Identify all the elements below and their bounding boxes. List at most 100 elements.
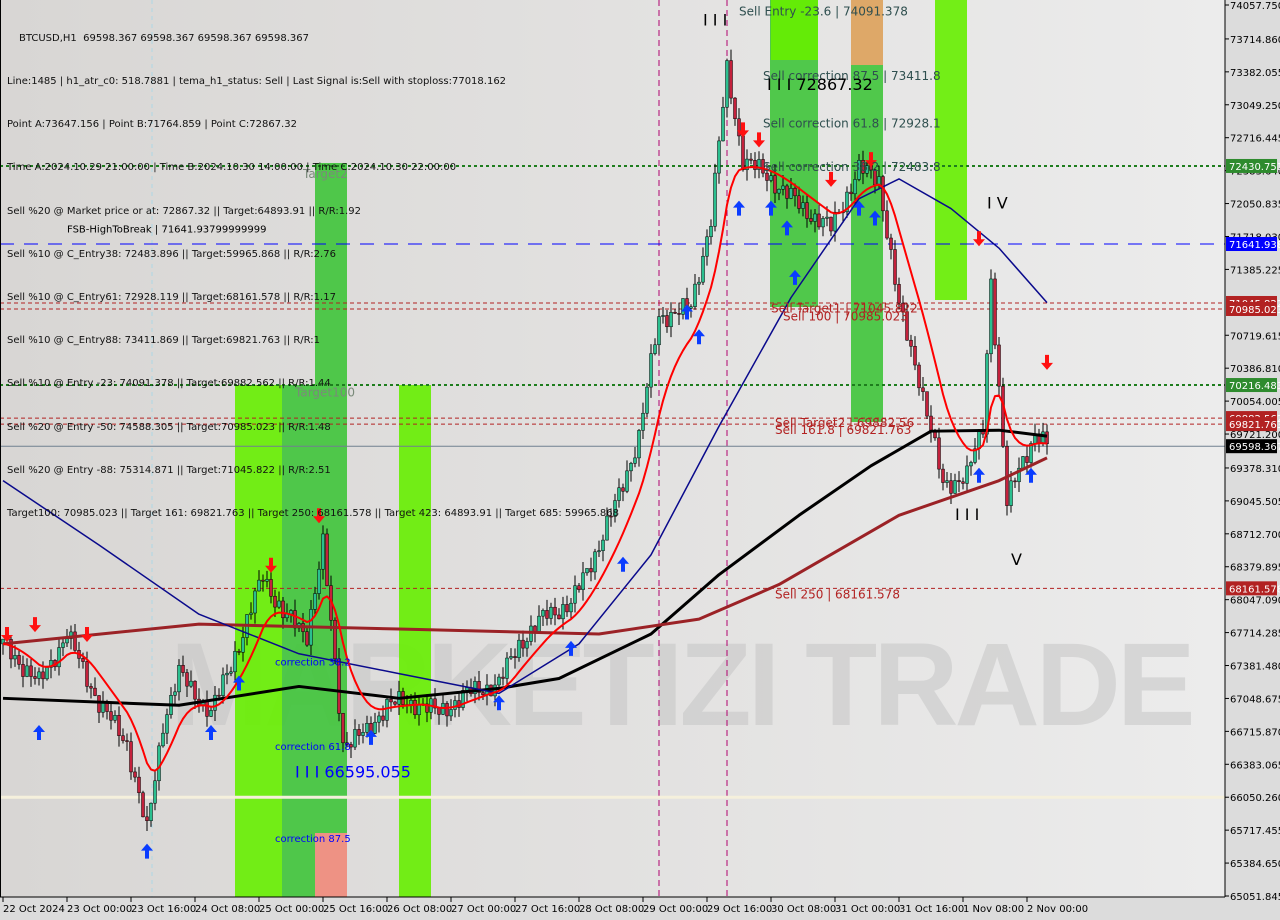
candle-body — [37, 671, 41, 679]
candle-body — [1009, 480, 1013, 506]
candle-body — [1041, 431, 1045, 444]
candle-body — [661, 315, 665, 317]
symbol-quote-line: BTCUSD,H1 69598.367 69598.367 69598.367 … — [19, 32, 309, 44]
candle-body — [785, 185, 789, 199]
candle-body — [821, 218, 825, 228]
candle — [713, 163, 717, 232]
candle-body — [313, 593, 317, 610]
candle-body — [853, 179, 857, 195]
candle-body — [729, 60, 733, 99]
candle-body — [65, 638, 69, 644]
y-tick-label: 72050.835 — [1230, 200, 1280, 211]
candle-body — [653, 344, 657, 354]
candle-body — [649, 353, 653, 388]
candle-body — [153, 780, 157, 804]
info-line: Time A:2024.10.29 21:00:00 | Time B:2024… — [7, 162, 457, 174]
candle-body — [945, 480, 949, 483]
candle-body — [497, 676, 501, 686]
candle-body — [537, 615, 541, 632]
y-tick-label: 68379.895 — [1230, 563, 1280, 574]
candle-body — [697, 281, 701, 285]
x-tick-label: 30 Oct 08:00 — [771, 904, 836, 915]
x-tick-label: 1 Nov 08:00 — [963, 904, 1024, 915]
candle — [741, 132, 745, 172]
candle-body — [621, 487, 625, 492]
candle-body — [765, 172, 769, 181]
candle-body — [125, 740, 129, 742]
y-tick-label: 73714.860 — [1230, 35, 1280, 46]
chart-annotation: Sell 100 | 70985.023 — [783, 309, 908, 323]
info-line: Sell %20 @ Entry -88: 75314.871 || Targe… — [7, 464, 331, 476]
candle-body — [917, 364, 921, 389]
candle-body — [561, 604, 565, 620]
candle-body — [637, 430, 641, 459]
candle-body — [665, 315, 669, 328]
candle-body — [677, 313, 681, 315]
candle-body — [797, 195, 801, 209]
candle-body — [93, 687, 97, 696]
candle-body — [57, 647, 61, 668]
info-line: Target100: 70985.023 || Target 161: 6982… — [7, 508, 619, 520]
y-tick-label: 65717.455 — [1230, 826, 1280, 837]
candle-body — [793, 188, 797, 197]
price-level-label: 70985.023 — [1229, 305, 1280, 316]
candle-body — [521, 639, 525, 649]
candle-body — [705, 236, 709, 257]
candle-body — [833, 211, 837, 232]
y-tick-label: 71385.225 — [1230, 265, 1280, 276]
candle-body — [241, 637, 245, 653]
info-line: Sell %20 @ Entry -50: 74588.305 || Targe… — [7, 421, 331, 433]
candle-body — [549, 606, 553, 619]
candle-body — [1025, 456, 1029, 463]
candle-body — [633, 457, 637, 464]
candle-body — [569, 602, 573, 613]
candle — [993, 272, 997, 350]
candle-body — [929, 415, 933, 432]
candle-body — [149, 802, 153, 821]
chart-annotation: Sell correction 38.2 | 72483.8 — [763, 160, 941, 174]
candle-body — [533, 625, 537, 632]
x-tick-label: 25 Oct 16:00 — [323, 904, 388, 915]
candle-body — [233, 651, 237, 673]
candle-body — [29, 665, 33, 677]
candle — [325, 528, 329, 587]
candle-body — [789, 188, 793, 199]
candle-body — [565, 604, 569, 613]
y-tick-label: 66050.260 — [1230, 793, 1280, 804]
candle-body — [813, 213, 817, 222]
candle-body — [997, 344, 1001, 387]
candle-body — [377, 715, 381, 723]
price-level-label: 69598.367 — [1229, 442, 1280, 453]
candle-body — [33, 676, 37, 679]
candle-body — [193, 680, 197, 700]
candle-body — [885, 210, 889, 239]
chart-annotation: V — [1011, 550, 1022, 569]
candle-body — [949, 480, 953, 494]
candle-body — [881, 176, 885, 212]
price-level-label: 68161.578 — [1229, 584, 1280, 595]
candle-body — [73, 631, 77, 651]
candle-body — [1021, 456, 1025, 469]
fib-zone — [935, 0, 967, 300]
candle-body — [257, 579, 261, 592]
chart-annotation: I I I — [703, 11, 727, 30]
x-tick-label: 28 Oct 08:00 — [579, 904, 644, 915]
candle-body — [21, 664, 25, 677]
candle-body — [769, 175, 773, 181]
x-tick-label: 29 Oct 00:00 — [643, 904, 708, 915]
chart-annotation: Sell 250 | 68161.578 — [775, 587, 900, 601]
candle-body — [957, 480, 961, 483]
candle-body — [897, 284, 901, 304]
candle — [45, 665, 49, 681]
candle-body — [449, 709, 453, 717]
x-tick-label: 31 Oct 16:00 — [899, 904, 964, 915]
y-tick-label: 73049.250 — [1230, 101, 1280, 112]
candle-body — [909, 339, 913, 347]
candle-body — [965, 465, 969, 484]
candle-body — [937, 437, 941, 470]
candle-body — [481, 692, 485, 696]
candle-body — [597, 550, 601, 553]
price-level-label: 70216.483 — [1229, 381, 1280, 392]
candle-body — [961, 481, 965, 484]
candle-body — [417, 704, 421, 716]
